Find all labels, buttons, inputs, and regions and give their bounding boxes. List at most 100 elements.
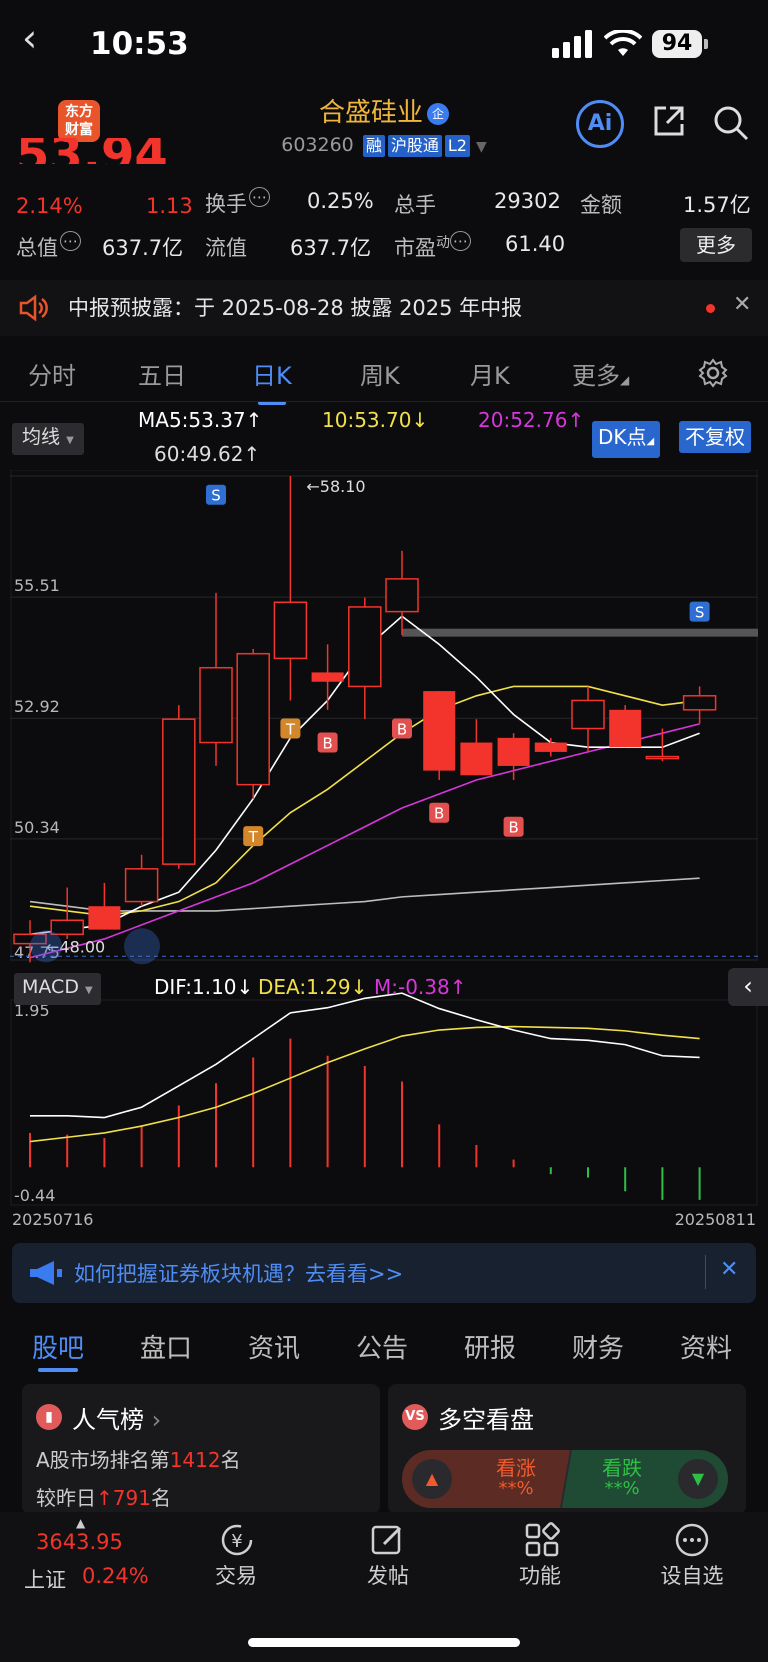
tab-profile[interactable]: 资料 [680,1328,732,1365]
candle-body [199,666,233,744]
candle-body [571,699,605,730]
signal-label: S [211,487,221,505]
change-amount: 1.13 [146,194,193,218]
tab-forum[interactable]: 股吧 [32,1328,84,1365]
signal-label: B [508,819,518,837]
status-bar: 10:53 94 [0,0,768,90]
candle-body [50,919,84,936]
back-button[interactable]: ‹ [22,16,37,60]
info-icon: ⋯ [249,187,270,207]
function-grid-icon[interactable] [524,1522,560,1558]
index-value[interactable]: 3643.95 [36,1530,123,1554]
close-notice-icon[interactable]: ✕ [733,292,751,317]
macd-select[interactable]: MACD ▼ [14,973,101,1005]
tab-five-day[interactable]: 五日 [138,356,186,391]
post-label[interactable]: 发帖 [338,1560,438,1590]
watchlist-label[interactable]: 设自选 [642,1560,742,1590]
ma5-readout: MA5:53.37↑ [138,408,263,432]
bear-vote-button[interactable]: ▼ [678,1459,718,1499]
ma60-readout: 60:49.62↑ [154,442,261,466]
megaphone-icon [30,1261,62,1285]
dif-readout: DIF:1.10↓ [154,975,254,999]
signal-label: B [434,805,444,823]
ma20-line [29,723,700,959]
macd-panel-frame [10,999,758,1206]
index-expand-icon[interactable]: ▲ [76,1516,85,1530]
candle-body [609,709,642,748]
share-icon[interactable] [652,104,686,138]
add-watchlist-icon[interactable] [674,1522,710,1558]
tab-intraday[interactable]: 分时 [28,356,76,391]
bull-label: 看涨 [496,1456,536,1480]
kline-chart[interactable]: 58.1055.5152.9250.3447.75 ←58.10←48.00 S… [10,470,758,1230]
dk-point-button[interactable]: DK点◢ [592,421,661,458]
pe-label: 市盈动 ⋯ [394,231,471,262]
signal-label: T [285,721,296,739]
date-end: 20250811 [675,1210,756,1229]
price-axis-label: 50.34 [14,818,60,837]
caret-down-icon[interactable]: ▼ [476,139,487,155]
tab-monthly-k[interactable]: 月K [470,356,510,391]
signal-label: S [695,604,705,622]
close-ad-icon[interactable]: ✕ [720,1257,738,1282]
change-pct: 2.14% [16,194,83,218]
bull-bear-card[interactable]: VS 多空看盘 ▲ ▼ 看涨 **% 看跌 **% [388,1384,746,1514]
price-axis-label: 52.92 [14,697,60,716]
svg-text:¥: ¥ [231,1531,242,1552]
popularity-card[interactable]: ▮ 人气榜 › A股市场排名第1412名 较昨日↑791名 [22,1384,380,1514]
volume-label: 总手 [394,193,436,217]
ai-assistant-button[interactable]: Ai [576,100,624,148]
bull-vote-button[interactable]: ▲ [412,1459,452,1499]
post-edit-icon[interactable] [370,1522,406,1558]
candle-body [311,672,344,682]
index-name[interactable]: 上证 [24,1564,66,1594]
sentiment-title: 多空看盘 [438,1406,534,1434]
tab-daily-k[interactable]: 日K [252,356,292,405]
tab-announcements[interactable]: 公告 [356,1328,408,1365]
earnings-notice-bar[interactable]: 中报预披露：于 2025-08-28 披露 2025 年中报 ✕ [0,280,768,336]
price-axis-label: 55.51 [14,576,60,595]
speaker-icon [19,294,48,322]
ad-text: 如何把握证券板块机遇？去看看>> [74,1262,404,1286]
tab-finance[interactable]: 财务 [572,1328,624,1365]
ma-select[interactable]: 均线 ▼ [12,423,84,455]
tag-connect: 沪股通 [387,135,442,157]
amount-value: 1.57亿 [683,193,751,217]
macd-axis-min: -0.44 [14,1186,55,1205]
content-tabs: 股吧 盘口 资讯 公告 研报 财务 资料 [0,1320,768,1380]
price-axis-label: 58.10 [14,470,60,474]
function-label[interactable]: 功能 [490,1560,590,1590]
tab-news[interactable]: 资讯 [248,1328,300,1365]
tab-order-book[interactable]: 盘口 [140,1328,192,1365]
ma20-readout: 20:52.76↑ [478,408,585,432]
collapse-panel-button[interactable]: ‹ [728,968,768,1006]
pe-value: 61.40 [505,232,566,256]
trade-label[interactable]: 交易 [186,1560,286,1590]
turnover-value: 0.25% [307,189,374,213]
search-icon[interactable] [712,104,750,142]
signal-label: B [322,735,332,753]
signal-label: B [397,721,407,739]
vote-bar: ▲ ▼ 看涨 **% 看跌 **% [402,1450,728,1508]
tab-research[interactable]: 研报 [464,1328,516,1365]
trade-icon[interactable]: ¥ [218,1522,256,1558]
market-cap-value: 637.7亿 [102,236,184,260]
ad-banner[interactable]: 如何把握证券板块机遇？去看看>> ✕ [12,1243,756,1303]
more-quote-button[interactable]: 更多 [680,228,752,262]
no-adjust-button[interactable]: 不复权 [679,421,751,453]
home-indicator [248,1638,520,1647]
settings-gear-icon[interactable] [698,358,728,388]
candle-body [88,906,121,930]
tab-weekly-k[interactable]: 周K [360,356,400,391]
tab-more[interactable]: 更多◢ [572,356,629,391]
float-cap-value: 637.7亿 [290,236,372,260]
notice-text: 中报预披露：于 2025-08-28 披露 2025 年中报 [68,296,523,320]
index-pct[interactable]: 0.24% [82,1564,149,1588]
candle-body [348,606,382,688]
market-cap-label: 总值 ⋯ [16,231,81,262]
turnover-label: 换手 ⋯ [205,187,270,218]
bear-pct: **% [604,1478,640,1499]
float-cap-label: 流值 [205,236,247,260]
m-readout: M:-0.38↑ [374,975,467,999]
enterprise-badge: 企 [427,102,449,125]
